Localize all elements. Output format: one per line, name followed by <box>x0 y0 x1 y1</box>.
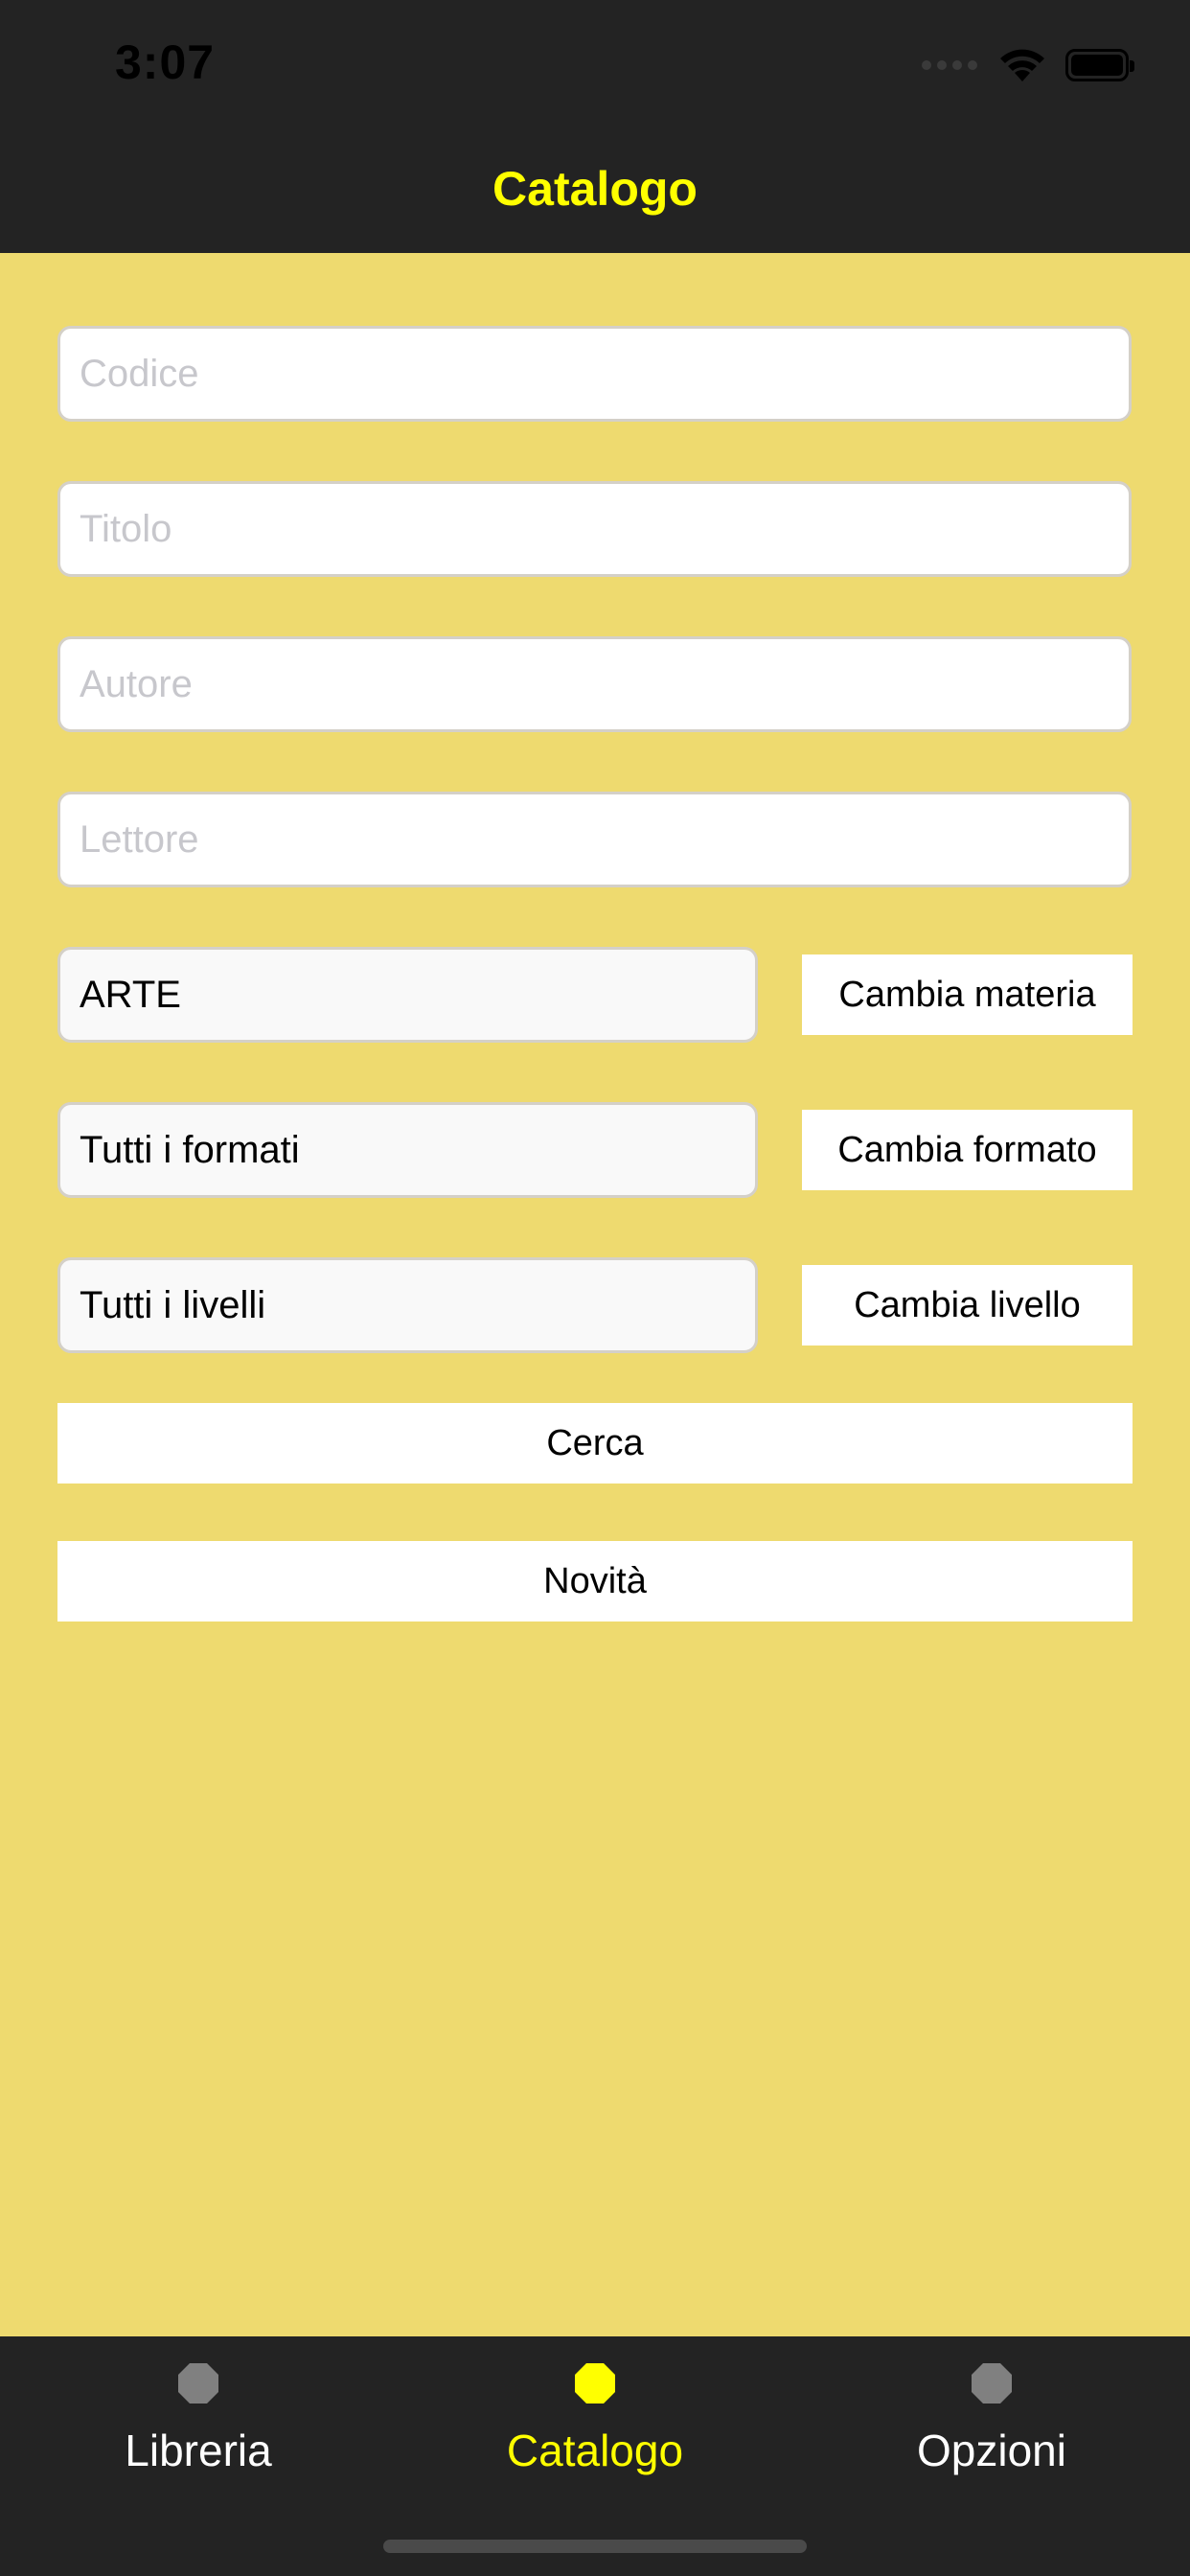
catalog-screen: 3:07 Catalogo Cambia materia Cambia form… <box>0 0 1190 2576</box>
autore-field[interactable] <box>57 636 1132 732</box>
cambia-livello-button[interactable]: Cambia livello <box>802 1265 1133 1346</box>
materia-field[interactable] <box>57 947 758 1043</box>
wifi-icon <box>1000 49 1044 81</box>
octagon-icon <box>178 2363 218 2404</box>
tab-label: Libreria <box>125 2426 272 2475</box>
codice-field[interactable] <box>57 326 1132 422</box>
battery-icon <box>1065 49 1134 81</box>
octagon-icon <box>972 2363 1012 2404</box>
page-title: Catalogo <box>492 162 698 216</box>
tab-opzioni[interactable]: Opzioni <box>793 2336 1190 2509</box>
tab-label: Catalogo <box>506 2426 684 2475</box>
tab-libreria[interactable]: Libreria <box>0 2336 397 2509</box>
top-bar: 3:07 Catalogo <box>0 0 1190 253</box>
tab-catalogo[interactable]: Catalogo <box>397 2336 793 2509</box>
lettore-field[interactable] <box>57 792 1132 887</box>
titolo-field[interactable] <box>57 481 1132 577</box>
tab-label: Opzioni <box>917 2426 1066 2475</box>
status-icons <box>922 44 1134 86</box>
status-time: 3:07 <box>115 35 216 89</box>
cambia-materia-button[interactable]: Cambia materia <box>802 954 1133 1035</box>
cellular-signal-icon <box>922 60 983 70</box>
novita-button[interactable]: Novità <box>57 1541 1133 1622</box>
formato-field[interactable] <box>57 1102 758 1198</box>
home-indicator[interactable] <box>383 2540 807 2553</box>
livello-field[interactable] <box>57 1257 758 1353</box>
cambia-formato-button[interactable]: Cambia formato <box>802 1110 1133 1190</box>
octagon-icon <box>575 2363 615 2404</box>
cerca-button[interactable]: Cerca <box>57 1403 1133 1484</box>
